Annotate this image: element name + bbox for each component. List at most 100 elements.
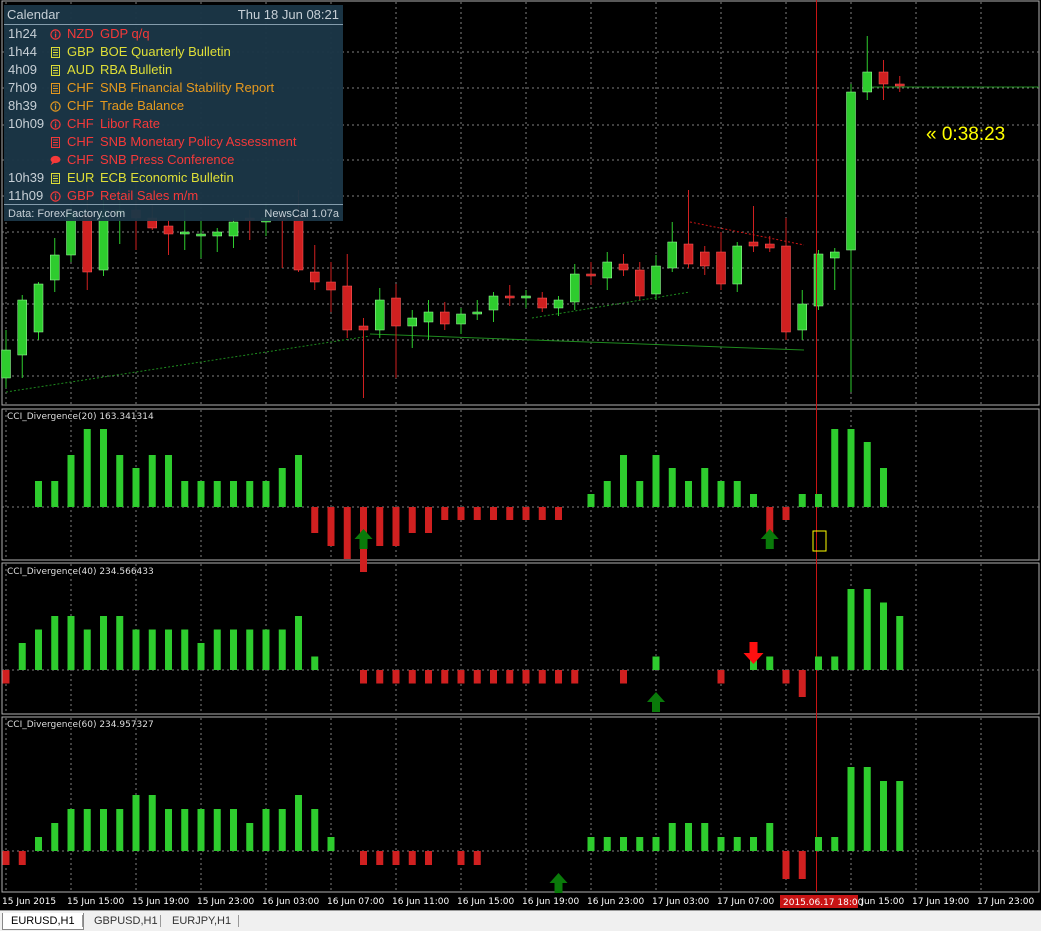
info-icon <box>50 100 61 112</box>
histogram-bar <box>230 809 237 851</box>
histogram-bar <box>116 455 124 507</box>
histogram-bar <box>360 670 367 684</box>
histogram-bar <box>116 809 124 851</box>
speech-icon <box>50 154 61 165</box>
histogram-bar <box>311 656 319 670</box>
calendar-event[interactable]: 1h44 GBP BOE Quarterly Bulletin <box>4 43 343 61</box>
candle <box>375 299 385 331</box>
histogram-bar <box>100 616 107 670</box>
histogram-bar <box>733 481 741 507</box>
histogram-bar <box>473 851 481 865</box>
histogram-bar <box>51 481 59 507</box>
calendar-title: Calendar <box>7 7 60 22</box>
calendar-footer: Data: ForexFactory.com NewsCal 1.07a <box>4 204 343 222</box>
event-time: 10h39 <box>8 170 45 185</box>
histogram-bar <box>360 851 367 865</box>
histogram-bar <box>83 429 91 507</box>
calendar-event[interactable]: 1h24 NZD GDP q/q <box>4 25 343 43</box>
histogram-bar <box>165 809 172 851</box>
calendar-event[interactable]: 8h39 CHF Trade Balance <box>4 97 343 115</box>
event-name: BOE Quarterly Bulletin <box>100 44 231 59</box>
candle <box>700 251 710 267</box>
histogram-bar <box>18 851 26 865</box>
tab-gbpusd[interactable]: GBPUSD,H1 <box>86 913 166 929</box>
event-name: SNB Press Conference <box>100 152 235 167</box>
histogram-bar <box>392 851 400 865</box>
x-tick-label: 17 Jun 23:00 <box>977 897 1034 907</box>
info-icon <box>50 118 61 130</box>
info-icon <box>50 190 61 202</box>
candle <box>196 233 206 237</box>
calendar-event[interactable]: 11h09 GBP Retail Sales m/m <box>4 187 343 205</box>
histogram-bar <box>620 837 627 851</box>
histogram-bar <box>782 851 790 879</box>
tab-separator <box>238 915 239 927</box>
up-arrow-icon <box>647 692 665 712</box>
histogram-bar <box>2 851 10 865</box>
event-currency: EUR <box>67 170 95 185</box>
x-tick-label: 16 Jun 03:00 <box>262 897 319 907</box>
event-time: 11h09 <box>8 188 44 203</box>
histogram-bar <box>815 837 822 851</box>
histogram-bar <box>701 823 709 851</box>
calendar-event[interactable]: 7h09 CHF SNB Financial Stability Report <box>4 79 343 97</box>
histogram-bar <box>506 507 514 520</box>
histogram-bar <box>506 670 514 684</box>
histogram-bar <box>798 851 806 879</box>
event-time: 1h24 <box>8 26 37 41</box>
histogram-bar <box>896 781 904 851</box>
candle <box>878 71 889 85</box>
histogram-bar <box>311 507 319 533</box>
news-calendar-panel[interactable]: Calendar Thu 18 Jun 08:21 1h24 NZD GDP q/q… <box>4 5 343 221</box>
histogram-bar <box>116 616 124 670</box>
calendar-source: Data: ForexFactory.com <box>8 208 126 220</box>
event-currency: CHF <box>67 116 94 131</box>
histogram-bar <box>376 507 384 546</box>
histogram-bar <box>636 481 644 507</box>
histogram-bar <box>652 656 660 670</box>
candle <box>635 269 645 297</box>
histogram-bar <box>766 823 774 851</box>
down-arrow-icon <box>743 642 764 664</box>
histogram-bar <box>425 507 432 533</box>
x-tick-label: 17 Jun 07:00 <box>717 897 774 907</box>
candle <box>82 214 92 273</box>
tab-eurusd[interactable]: EURUSD,H1 <box>2 913 84 930</box>
histogram-bar <box>782 507 790 520</box>
tab-eurjpy[interactable]: EURJPY,H1 <box>164 913 239 929</box>
calendar-event[interactable]: CHF SNB Press Conference <box>4 151 343 169</box>
calendar-event[interactable]: 4h09 AUD RBA Bulletin <box>4 61 343 79</box>
histogram-bar <box>35 481 42 507</box>
histogram-bar <box>35 629 42 670</box>
histogram-bar <box>750 494 757 507</box>
calendar-event[interactable]: CHF SNB Monetary Policy Assessment <box>4 133 343 151</box>
histogram-bar <box>782 670 790 684</box>
x-tick-label: 16 Jun 19:00 <box>522 897 579 907</box>
histogram-bar <box>100 429 107 507</box>
histogram-bar <box>197 481 205 507</box>
info-icon <box>50 28 61 40</box>
histogram-bar <box>668 823 676 851</box>
histogram-bar <box>668 468 676 507</box>
x-tick-label: 16 Jun 15:00 <box>457 897 514 907</box>
histogram-bar <box>603 837 611 851</box>
histogram-bar <box>717 481 725 507</box>
histogram-bar <box>620 455 627 507</box>
histogram-bar <box>392 670 400 684</box>
histogram-bar <box>181 809 189 851</box>
histogram-bar <box>132 629 140 670</box>
calendar-event[interactable]: 10h09 CHF Libor Rate <box>4 115 343 133</box>
histogram-bar <box>766 656 774 670</box>
calendar-event[interactable]: 10h39 EUR ECB Economic Bulletin <box>4 169 343 187</box>
histogram-bar <box>685 823 692 851</box>
histogram-bar <box>278 468 286 507</box>
candle <box>797 303 807 331</box>
event-currency: CHF <box>67 152 94 167</box>
candle <box>326 281 336 291</box>
candle <box>846 91 856 251</box>
histogram-bar <box>67 809 75 851</box>
histogram-bar <box>262 629 270 670</box>
document-icon <box>50 82 61 94</box>
histogram-bar <box>717 670 725 684</box>
chart-area[interactable]: 15 Jun 2015 15 Jun 15:00 15 Jun 19:00 15 Ju… <box>0 0 1041 910</box>
